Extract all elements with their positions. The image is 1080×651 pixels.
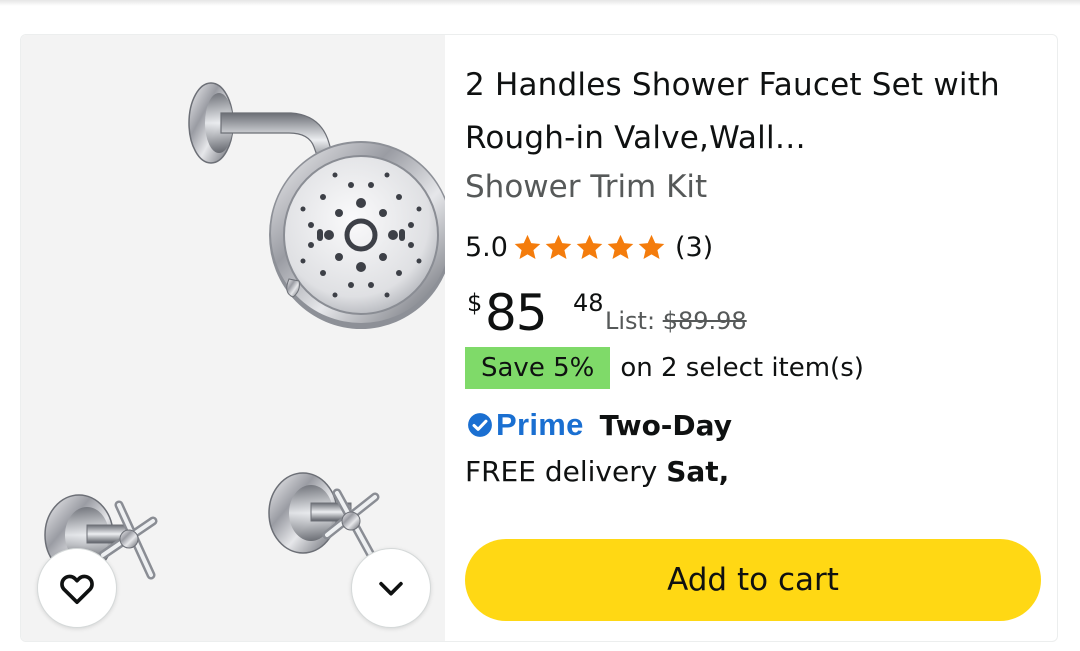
star-icon <box>514 234 541 259</box>
rating-row[interactable]: 5.0 (3) <box>465 227 713 267</box>
prime-row: Prime Two-Day <box>467 403 732 447</box>
prime-check-icon <box>468 413 492 437</box>
product-image[interactable] <box>21 35 445 641</box>
delivery-day: Sat, <box>666 455 730 488</box>
star-rating <box>512 232 667 263</box>
add-to-cart-button[interactable]: Add to cart <box>465 539 1041 621</box>
rating-count[interactable]: (3) <box>675 232 713 263</box>
product-title-line1[interactable]: 2 Handles Shower Faucet Set with <box>465 59 1045 112</box>
product-card[interactable]: 2 Handles Shower Faucet Set with Rough-i… <box>20 34 1058 642</box>
more-options-button[interactable] <box>351 548 431 628</box>
product-title[interactable]: 2 Handles Shower Faucet Set with Rough-i… <box>465 59 1045 165</box>
rating-value: 5.0 <box>465 231 508 263</box>
price-whole: 85 <box>485 284 548 342</box>
price-fraction: 48 <box>573 289 604 317</box>
delivery-prefix: FREE delivery <box>465 455 658 488</box>
product-info: 2 Handles Shower Faucet Set with Rough-i… <box>465 35 1055 641</box>
prime-speed: Two-Day <box>599 408 732 442</box>
product-title-line2[interactable]: Rough-in Valve,Wall… <box>465 112 1045 165</box>
delivery-info: FREE delivery Sat, <box>465 455 729 488</box>
list-price-label: List: $89.98 <box>605 307 747 335</box>
list-label-text: List: <box>605 307 656 335</box>
price-currency: $ <box>467 289 483 317</box>
list-price: $89.98 <box>662 307 747 335</box>
product-subtitle: Shower Trim Kit <box>465 169 708 205</box>
heart-icon <box>60 574 94 604</box>
promo-row[interactable]: Save 5% on 2 select item(s) <box>465 347 864 389</box>
prime-logo: Prime <box>496 407 584 442</box>
star-icon <box>576 234 603 259</box>
star-icon <box>545 234 572 259</box>
wishlist-button[interactable] <box>37 548 117 628</box>
star-icon <box>607 234 634 259</box>
top-divider <box>0 0 1080 6</box>
chevron-down-icon <box>379 581 403 596</box>
promo-text: on 2 select item(s) <box>620 353 864 383</box>
save-badge: Save 5% <box>465 347 611 389</box>
star-icon <box>638 234 665 259</box>
